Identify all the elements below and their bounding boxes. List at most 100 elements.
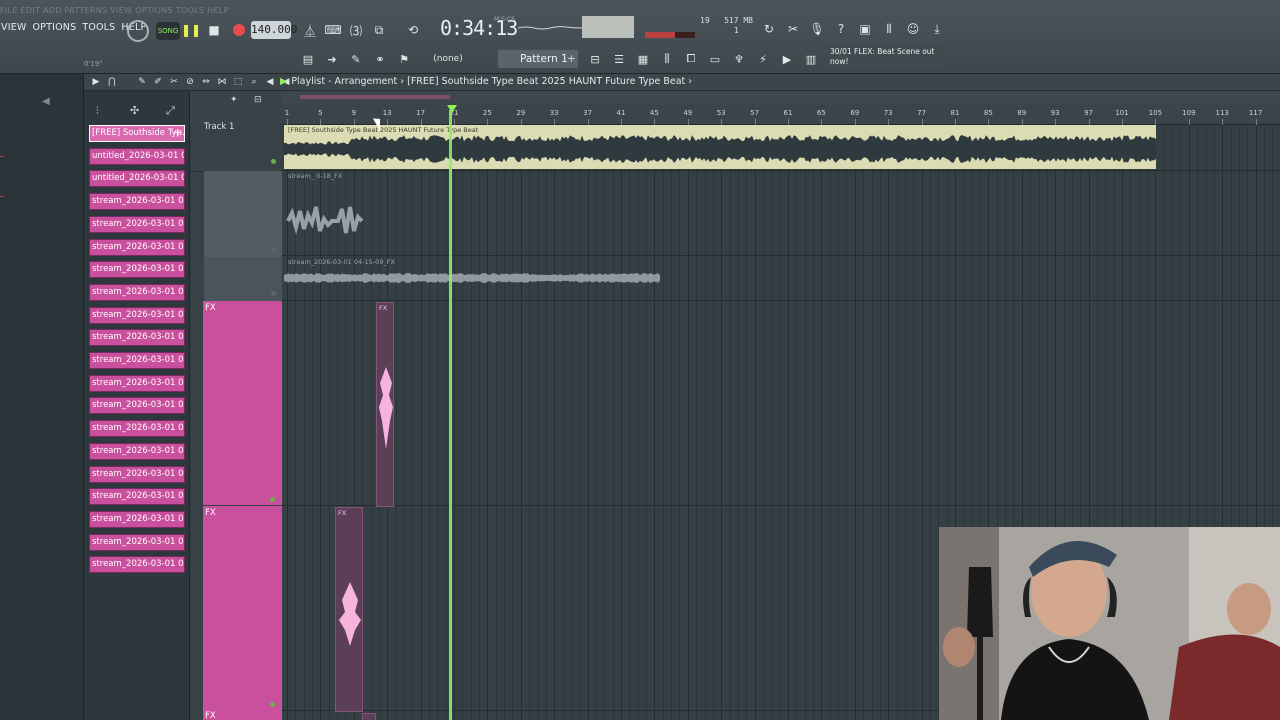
clip-list-item[interactable]: untitled_2026-03-01 04-...	[89, 147, 185, 165]
clip-list-item[interactable]: stream_2026-03-01 04-...	[89, 533, 185, 551]
clip-list-item[interactable]: [FREE] Southside Typ...	[89, 125, 185, 142]
menu-tools[interactable]: TOOLS	[82, 22, 115, 36]
track-2-led[interactable]	[271, 247, 276, 252]
pat-song-knob[interactable]	[127, 20, 149, 42]
piano-roll-icon[interactable]: ▦	[634, 50, 652, 68]
browser-back-icon[interactable]: ◀	[42, 96, 50, 107]
slip-icon[interactable]: ⇔	[200, 75, 212, 89]
playlist-play-icon[interactable]: ▶	[280, 76, 287, 87]
clip-list-item[interactable]: stream_2026-03-01 04-...	[89, 465, 185, 483]
help-icon[interactable]: ?	[832, 20, 850, 38]
arrow-right-icon[interactable]: ➜	[324, 51, 340, 67]
tools-icon[interactable]: ✂	[784, 20, 802, 38]
mixer-icon[interactable]: ⫴	[880, 20, 898, 38]
clip-list-item[interactable]: untitled_2026-03-01 04-...	[89, 170, 185, 188]
countdown-icon: ⑶	[349, 23, 362, 38]
delete-icon[interactable]: ✂	[168, 75, 180, 89]
magnet-icon[interactable]: ⋂	[106, 75, 118, 89]
picker-audio-icon[interactable]: ⫶	[96, 104, 99, 118]
draw-icon[interactable]: ✎	[136, 75, 148, 89]
play-button[interactable]: ❚❚	[181, 20, 201, 40]
stamp-icon[interactable]: ⚑	[396, 51, 412, 67]
clip-list-item[interactable]: stream_2026-03-01 04-...	[89, 352, 185, 369]
fx-a-led[interactable]	[270, 497, 275, 502]
mute-icon[interactable]: ⊘	[184, 75, 196, 89]
track-3-led[interactable]	[271, 291, 276, 296]
fx-clip-c[interactable]	[362, 713, 376, 720]
zoom-icon[interactable]: ⌕	[248, 75, 260, 89]
menu-view[interactable]: VIEW	[1, 22, 27, 36]
news-text[interactable]: 30/01 FLEX: Beat Scene out now!	[830, 47, 940, 67]
slice-icon[interactable]: ⋈	[216, 75, 228, 89]
track-1-led[interactable]	[271, 159, 276, 164]
clip-list-item[interactable]: stream_2026-03-01 04-...	[89, 442, 185, 460]
menu-options[interactable]: OPTIONS	[33, 22, 77, 36]
stream-clip-b[interactable]: stream_2026-03-01 04-15-09_FX	[284, 257, 660, 299]
microphone-icon[interactable]: 🎙	[808, 20, 826, 38]
picker-split-icon[interactable]: ✣	[130, 104, 139, 117]
stop-button[interactable]: ■	[204, 20, 224, 40]
select-icon[interactable]: ⬚	[232, 75, 244, 89]
add-track-icon[interactable]: ✦	[230, 95, 238, 105]
clip-list-item[interactable]: stream_2026-03-01 04-...	[89, 215, 185, 233]
clip-list-item[interactable]: stream_2026-03-01 04-...	[89, 193, 185, 211]
catalog-icon[interactable]: ▥	[802, 50, 820, 68]
clip-list-item[interactable]: stream_2026-03-01 04-...	[89, 306, 185, 324]
ruler-tick-label: 93	[1050, 109, 1060, 117]
clip-list-item[interactable]: stream_2026-03-01 04-...	[89, 488, 185, 506]
clip-list-item[interactable]: stream_2026-03-01 04-...	[89, 238, 185, 256]
metronome-button[interactable]: ⏅	[300, 20, 320, 40]
clip-list-item[interactable]: stream_2026-03-01 04-...	[89, 283, 185, 301]
picker-collapse-icon[interactable]: ⤢	[166, 104, 175, 118]
plug-icon[interactable]: ♆	[730, 50, 748, 68]
playlist-view-icon[interactable]: ▤	[300, 51, 316, 67]
pattern-selector[interactable]: Pattern 1	[498, 50, 578, 68]
pencil-icon[interactable]: ✎	[348, 51, 364, 67]
blend-notes-button[interactable]: ⧉	[369, 20, 389, 40]
smart-icon[interactable]: ▶	[778, 50, 796, 68]
fx-clip-b[interactable]: FX	[335, 507, 363, 712]
clip-list-item[interactable]: stream_2026-03-01 04-...	[89, 420, 185, 438]
fx-b-led[interactable]	[270, 702, 275, 707]
loop-region[interactable]	[300, 95, 450, 99]
download-icon[interactable]: ⤓	[928, 20, 946, 38]
song-mode-toggle[interactable]: SONG	[156, 22, 180, 40]
save-icon[interactable]: ▣	[856, 20, 874, 38]
loop-record-button[interactable]: ⟲	[403, 20, 423, 40]
song-position-bar[interactable]	[282, 91, 1280, 103]
browser-window-icon[interactable]: ⊟	[586, 50, 604, 68]
fx-track-a[interactable]	[203, 301, 282, 505]
stream-clip-a[interactable]: stream_ 0-18_FX	[284, 171, 364, 241]
playlist-menu-icon[interactable]: ▶	[90, 75, 102, 89]
clip-list-item[interactable]: stream_2026-03-01 04-...	[89, 374, 185, 392]
link-icon[interactable]: ⚭	[372, 51, 388, 67]
playhead-line[interactable]	[449, 110, 452, 720]
clip-list-item[interactable]: stream_2026-03-01 04-...	[89, 510, 185, 528]
timeline-ruler[interactable]: 1 5 9 13 17 21 25 29 33 37 41 45 49 53 57 61 65 69 73 77 81 8…	[282, 91, 1280, 125]
track-1-name[interactable]: Track 1	[204, 122, 234, 132]
track-options-icon[interactable]: ⊟	[254, 95, 262, 105]
record-button[interactable]	[229, 20, 249, 40]
template-icon[interactable]: ▭	[706, 50, 724, 68]
clip-list-item[interactable]: stream_2026-03-01 04-...	[89, 329, 185, 347]
fx-track-b[interactable]	[203, 506, 282, 720]
plugin-database-icon[interactable]: ⧠	[682, 50, 700, 68]
track-2[interactable]	[204, 171, 282, 257]
chat-icon[interactable]: ☺	[904, 20, 922, 38]
clip-list-item[interactable]: stream_2026-03-01 04-...	[89, 556, 185, 574]
webcam-overlay	[939, 527, 1280, 720]
clip-list-item[interactable]: stream_2026-03-01 04-...	[89, 261, 185, 279]
snap-selector[interactable]: (none)	[428, 51, 468, 67]
wait-input-button[interactable]: ⌨	[323, 20, 343, 40]
clip-list-item[interactable]: stream_2026-03-01 04-...	[89, 397, 185, 415]
paint-icon[interactable]: ✐	[152, 75, 164, 89]
undo-history-icon[interactable]: ↻	[760, 20, 778, 38]
fx-clip-a[interactable]: FX	[376, 302, 394, 507]
channel-rack-icon[interactable]: ☰	[610, 50, 628, 68]
tempo-display[interactable]: 140.000	[251, 21, 297, 39]
tempo-tap-icon[interactable]: ⚡	[754, 50, 772, 68]
countdown-button[interactable]: ⑶	[346, 20, 366, 40]
mixer-window-icon[interactable]: ⫼	[658, 50, 676, 68]
playback-icon[interactable]: ◀	[264, 75, 276, 89]
main-audio-clip[interactable]: [FREE] Southside Type Beat 2025 HAUNT Fu…	[284, 125, 1156, 169]
